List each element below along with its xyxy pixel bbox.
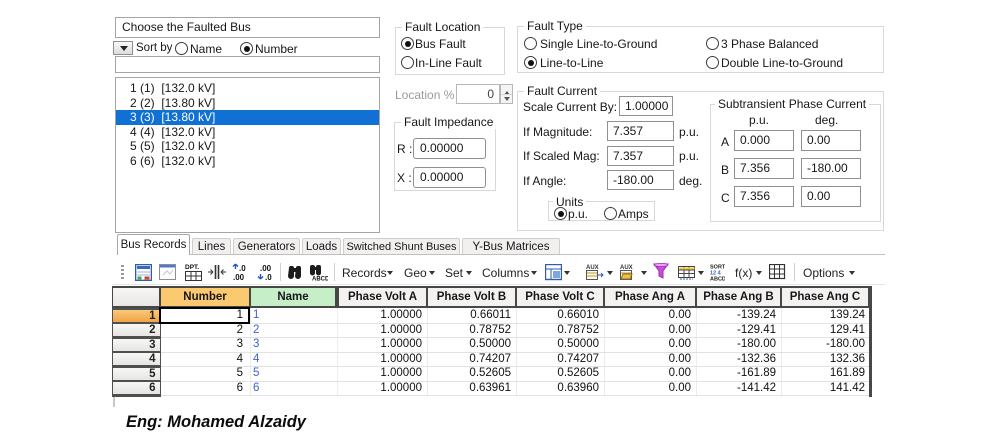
svg-text:ABCD: ABCD: [312, 277, 328, 282]
svg-text:.00: .00: [260, 264, 272, 273]
svg-text:.0: .0: [265, 273, 272, 281]
svg-text:DPT.: DPT.: [185, 264, 199, 271]
svg-text:.00: .00: [233, 273, 245, 281]
svg-text:.0: .0: [239, 264, 246, 273]
svg-text:ABCD: ABCD: [710, 277, 725, 282]
